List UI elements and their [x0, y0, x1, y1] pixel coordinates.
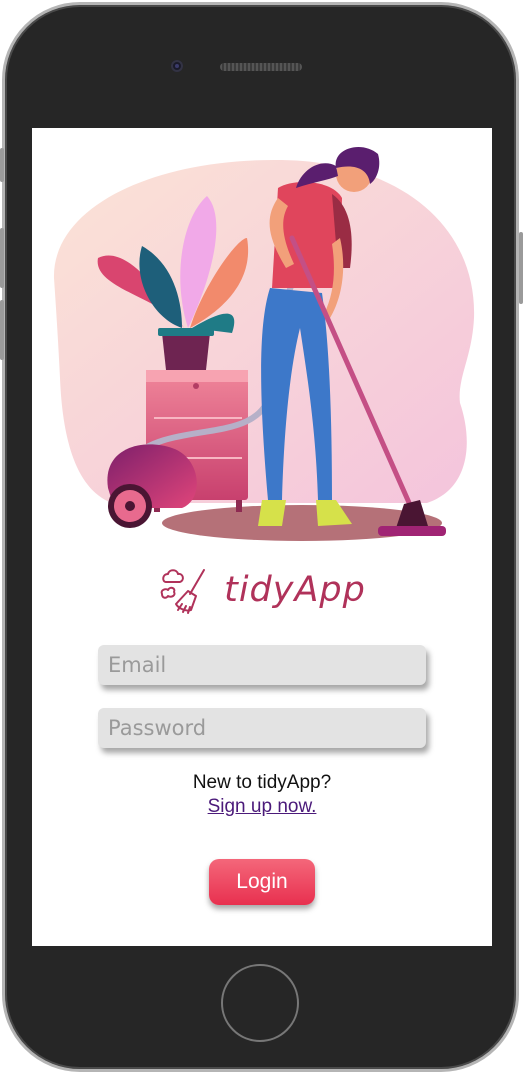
broom-icon — [160, 569, 206, 614]
email-field[interactable] — [98, 645, 426, 685]
signup-prompt: New to tidyApp? — [192, 772, 332, 793]
login-screen: tidyApp New to tidyApp? Sign up now. Log… — [32, 128, 492, 946]
woman-vacuuming-illustration — [53, 146, 475, 541]
app-name: tidyApp — [224, 570, 366, 610]
power-button — [519, 232, 523, 304]
home-button[interactable] — [221, 964, 299, 1042]
password-field[interactable] — [98, 708, 426, 748]
signup-link[interactable]: Sign up now. — [32, 796, 492, 818]
app-logo: tidyApp — [32, 560, 492, 620]
volume-up-button — [0, 228, 4, 288]
front-camera — [171, 60, 183, 72]
volume-down-button — [0, 300, 4, 360]
mute-switch — [0, 148, 4, 182]
earpiece-speaker — [220, 63, 302, 71]
login-button[interactable]: Login — [209, 859, 315, 905]
